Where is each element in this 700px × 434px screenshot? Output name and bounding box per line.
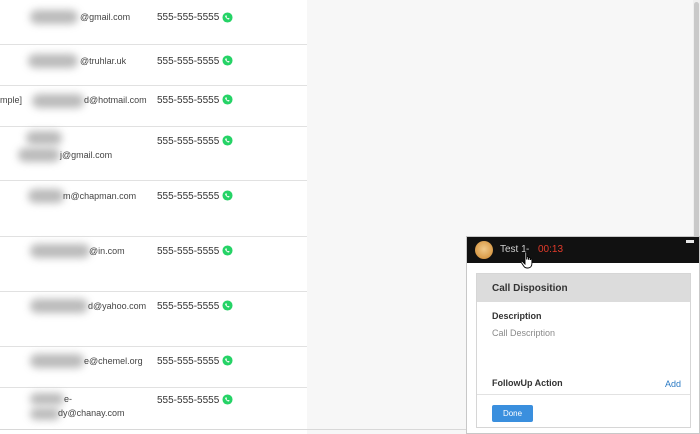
contact-email[interactable]: d@hotmail.com xyxy=(84,95,147,105)
contact-row: @truhlar.uk 555-555-5555 xyxy=(0,44,307,86)
redacted-email-part xyxy=(30,299,88,313)
divider xyxy=(477,394,690,395)
call-widget-header[interactable]: Test 1 - 00:13 xyxy=(467,237,699,269)
whatsapp-icon[interactable] xyxy=(222,190,233,201)
contact-phone[interactable]: 555-555-5555 xyxy=(157,12,219,23)
call-disposition-card: Call Disposition Description Call Descri… xyxy=(476,273,691,428)
contact-email[interactable]: dy@chanay.com xyxy=(58,408,125,418)
contact-row: e@chemel.org 555-555-5555 xyxy=(0,346,307,388)
contact-phone[interactable]: 555-555-5555 xyxy=(157,95,219,106)
scrollbar-thumb[interactable] xyxy=(694,2,699,242)
contact-row: mple] d@hotmail.com 555-555-5555 xyxy=(0,85,307,127)
contact-phone[interactable]: 555-555-5555 xyxy=(157,356,219,367)
redacted-email-part xyxy=(32,94,84,108)
card-header: Call Disposition xyxy=(477,274,690,302)
description-label: Description xyxy=(492,311,542,321)
contact-row: d@yahoo.com 555-555-5555 xyxy=(0,291,307,347)
contact-email[interactable]: d@yahoo.com xyxy=(88,301,146,311)
contact-name-fragment: mple] xyxy=(0,95,23,105)
redacted-email-part xyxy=(28,189,64,203)
contact-email[interactable]: @in.com xyxy=(89,246,125,256)
redacted-email-part xyxy=(30,393,64,405)
done-button[interactable]: Done xyxy=(492,405,533,422)
contact-phone[interactable]: 555-555-5555 xyxy=(157,191,219,202)
whatsapp-icon[interactable] xyxy=(222,12,233,23)
contact-phone[interactable]: 555-555-5555 xyxy=(157,395,219,406)
whatsapp-icon[interactable] xyxy=(222,55,233,66)
contact-phone[interactable]: 555-555-5555 xyxy=(157,301,219,312)
contact-email[interactable]: @gmail.com xyxy=(80,12,130,22)
avatar xyxy=(475,241,493,259)
contact-phone[interactable]: 555-555-5555 xyxy=(157,56,219,67)
description-input[interactable]: Call Description xyxy=(492,328,555,338)
redacted-email-part xyxy=(30,10,78,24)
contact-row: @gmail.com 555-555-5555 xyxy=(0,0,307,45)
contact-email[interactable]: m@chapman.com xyxy=(63,191,136,201)
whatsapp-icon[interactable] xyxy=(222,135,233,146)
contact-row: @in.com 555-555-5555 xyxy=(0,236,307,292)
redacted-email-part xyxy=(18,148,60,162)
contact-row: j@gmail.com 555-555-5555 xyxy=(0,126,307,181)
whatsapp-icon[interactable] xyxy=(222,300,233,311)
call-widget: Test 1 - 00:13 Call Disposition Descript… xyxy=(466,236,700,434)
contact-email-line1[interactable]: e- xyxy=(64,394,72,404)
add-followup-link[interactable]: Add xyxy=(665,379,681,389)
call-timer: 00:13 xyxy=(538,244,564,255)
contact-phone[interactable]: 555-555-5555 xyxy=(157,246,219,257)
whatsapp-icon[interactable] xyxy=(222,394,233,405)
whatsapp-icon[interactable] xyxy=(222,94,233,105)
whatsapp-icon[interactable] xyxy=(222,245,233,256)
contact-email[interactable]: j@gmail.com xyxy=(60,150,112,160)
redacted-email-part xyxy=(28,54,78,68)
contact-list: @gmail.com 555-555-5555 @truhlar.uk 555-… xyxy=(0,0,307,434)
minimize-icon[interactable] xyxy=(686,240,694,243)
contact-phone[interactable]: 555-555-5555 xyxy=(157,136,219,147)
contact-email[interactable]: e@chemel.org xyxy=(84,356,143,366)
contact-row: m@chapman.com 555-555-5555 xyxy=(0,180,307,237)
redacted-email-part xyxy=(26,131,62,145)
redacted-email-part xyxy=(30,354,84,368)
contact-row: e- dy@chanay.com 555-555-5555 xyxy=(0,387,307,429)
hand-cursor-icon xyxy=(520,251,533,269)
card-title: Call Disposition xyxy=(492,283,568,294)
followup-label: FollowUp Action xyxy=(492,378,563,388)
whatsapp-icon[interactable] xyxy=(222,355,233,366)
redacted-email-part xyxy=(30,244,90,258)
contact-email[interactable]: @truhlar.uk xyxy=(80,56,126,66)
redacted-email-part xyxy=(30,408,60,420)
